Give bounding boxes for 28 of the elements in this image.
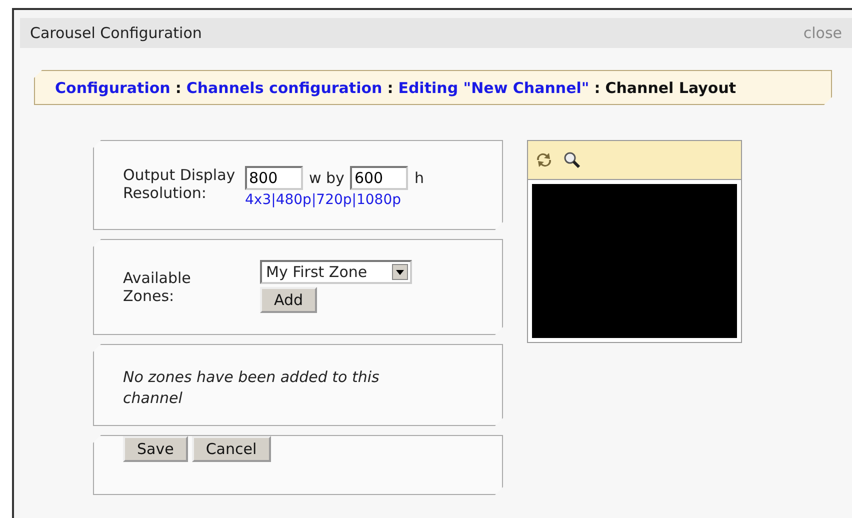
- breadcrumb-link[interactable]: Channels configuration: [186, 78, 382, 96]
- height-unit-label: h: [414, 169, 424, 187]
- action-button[interactable]: Cancel: [192, 436, 271, 462]
- resolution-label: Output Display Resolution:: [123, 166, 236, 202]
- width-unit-label: w by: [309, 169, 344, 187]
- width-input[interactable]: 800: [245, 166, 303, 190]
- empty-message: No zones have been added to this channel: [123, 367, 380, 409]
- window-title: Carousel Configuration: [30, 24, 202, 42]
- search-icon[interactable]: [562, 150, 582, 170]
- breadcrumb-separator: :: [594, 78, 600, 96]
- breadcrumb-link[interactable]: Configuration: [55, 78, 170, 96]
- preset-link[interactable]: 1080p: [356, 192, 401, 208]
- breadcrumb-link[interactable]: Editing "New Channel": [398, 78, 590, 96]
- preset-separator: |: [271, 192, 276, 208]
- preset-separator: |: [352, 192, 356, 208]
- breadcrumb-separator: :: [387, 78, 394, 96]
- action-button[interactable]: Save: [123, 436, 188, 462]
- add-button[interactable]: Add: [260, 287, 318, 313]
- zone-dropdown[interactable]: My First Zone: [260, 260, 412, 284]
- preset-link[interactable]: 720p: [316, 192, 352, 208]
- caret-icon: [392, 264, 408, 280]
- zones-label: Available Zones:: [123, 269, 192, 305]
- preset-link[interactable]: 480p: [276, 192, 312, 208]
- height-input[interactable]: 600: [350, 166, 408, 190]
- breadcrumb-current: Channel Layout: [605, 78, 736, 96]
- preset-separator: |: [311, 192, 316, 208]
- breadcrumb-separator: :: [175, 78, 182, 96]
- preset-link[interactable]: 4x3: [245, 192, 272, 208]
